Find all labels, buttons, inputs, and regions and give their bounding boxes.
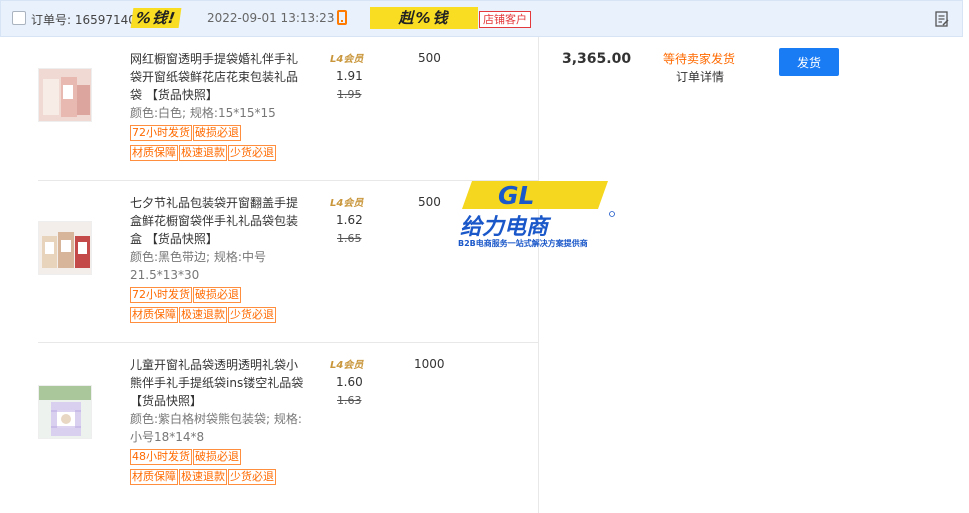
logo-letters: GL <box>498 181 534 210</box>
service-tag: 破损必退 <box>193 125 241 141</box>
logo-tagline: B2B电商服务一站式解决方案提供商 <box>458 239 588 248</box>
quantity: 1000 <box>414 357 445 371</box>
order-status: 等待卖家发货 <box>663 52 736 66</box>
service-tag: 72小时发货 <box>130 125 192 141</box>
unit-price: 1.60 <box>336 375 363 389</box>
service-tag: 破损必退 <box>193 287 241 303</box>
logo-brand-name: 给力电商 <box>460 214 552 240</box>
service-tag: 少货必退 <box>228 145 276 161</box>
original-price: 1.95 <box>337 88 362 101</box>
service-tag: 极速退款 <box>179 469 227 485</box>
unit-price: 1.91 <box>336 69 363 83</box>
mobile-phone-icon <box>337 10 347 25</box>
original-price: 1.65 <box>337 232 362 245</box>
service-tag: 材质保障 <box>130 307 178 323</box>
product-spec: 颜色:黑色带边; 规格:中号21.5*13*30 <box>130 250 266 282</box>
product-title[interactable]: 儿童开窗礼品袋透明透明礼袋小熊伴手礼手提纸袋ins镂空礼品袋 【货品快照】 <box>130 356 305 410</box>
quantity: 500 <box>418 51 441 65</box>
quantity: 500 <box>418 195 441 209</box>
service-tags: 48小时发货 破损必退 材质保障 极速退款 少货必退 <box>130 449 310 489</box>
store-customer-badge: 店铺客户 <box>479 11 531 28</box>
order-number: 订单号: 16597140 <box>31 13 136 27</box>
order-detail-link[interactable]: 订单详情 <box>676 68 724 85</box>
product-spec: 颜色:白色; 规格:15*15*15 <box>130 106 276 120</box>
column-divider <box>538 37 539 513</box>
unit-price: 1.62 <box>336 213 363 227</box>
service-tag: 48小时发货 <box>130 449 192 465</box>
service-tag: 72小时发货 <box>130 287 192 303</box>
remark-icon[interactable] <box>935 11 949 27</box>
service-tags: 72小时发货 破损必退 材质保障 极速退款 少货必退 <box>130 125 310 165</box>
member-level-badge: L4会员 <box>330 360 364 371</box>
product-thumbnail[interactable] <box>38 68 92 122</box>
service-tag: 材质保障 <box>130 469 178 485</box>
sticker-overlay-2: 赳%钱 <box>370 7 478 29</box>
service-tag: 极速退款 <box>179 307 227 323</box>
service-tag: 破损必退 <box>193 449 241 465</box>
product-title[interactable]: 网红橱窗透明手提袋婚礼伴手礼袋开窗纸袋鲜花店花束包装礼品袋 【货品快照】 <box>130 50 305 104</box>
service-tag: 材质保障 <box>130 145 178 161</box>
member-level-badge: L4会员 <box>330 54 364 65</box>
order-header: 订单号: 16597140 %钱! 2022-09-01 13:13:23 赳%… <box>0 0 963 37</box>
product-item: 儿童开窗礼品袋透明透明礼袋小熊伴手礼手提纸袋ins镂空礼品袋 【货品快照】 颜色… <box>38 343 538 513</box>
product-spec: 颜色:紫白格树袋熊包装袋; 规格:小号18*14*8 <box>130 412 302 444</box>
ship-button[interactable]: 发货 <box>779 48 839 76</box>
product-thumbnail[interactable] <box>38 385 92 439</box>
product-item: 网红橱窗透明手提袋婚礼伴手礼袋开窗纸袋鲜花店花束包装礼品袋 【货品快照】 颜色:… <box>38 37 538 180</box>
order-total: 3,365.00 <box>562 51 632 67</box>
product-title[interactable]: 七夕节礼品包装袋开窗翻盖手提盒鲜花橱窗袋伴手礼礼品袋包装盒 【货品快照】 <box>130 194 305 248</box>
service-tag: 少货必退 <box>228 469 276 485</box>
member-level-badge: L4会员 <box>330 198 364 209</box>
service-tag: 极速退款 <box>179 145 227 161</box>
original-price: 1.63 <box>337 394 362 407</box>
service-tag: 少货必退 <box>228 307 276 323</box>
sticker-overlay: %钱! <box>130 8 182 28</box>
order-time: 2022-09-01 13:13:23 <box>207 11 335 25</box>
service-tags: 72小时发货 破损必退 材质保障 极速退款 少货必退 <box>130 287 310 327</box>
product-thumbnail[interactable] <box>38 221 92 275</box>
order-select-checkbox[interactable] <box>12 11 26 25</box>
